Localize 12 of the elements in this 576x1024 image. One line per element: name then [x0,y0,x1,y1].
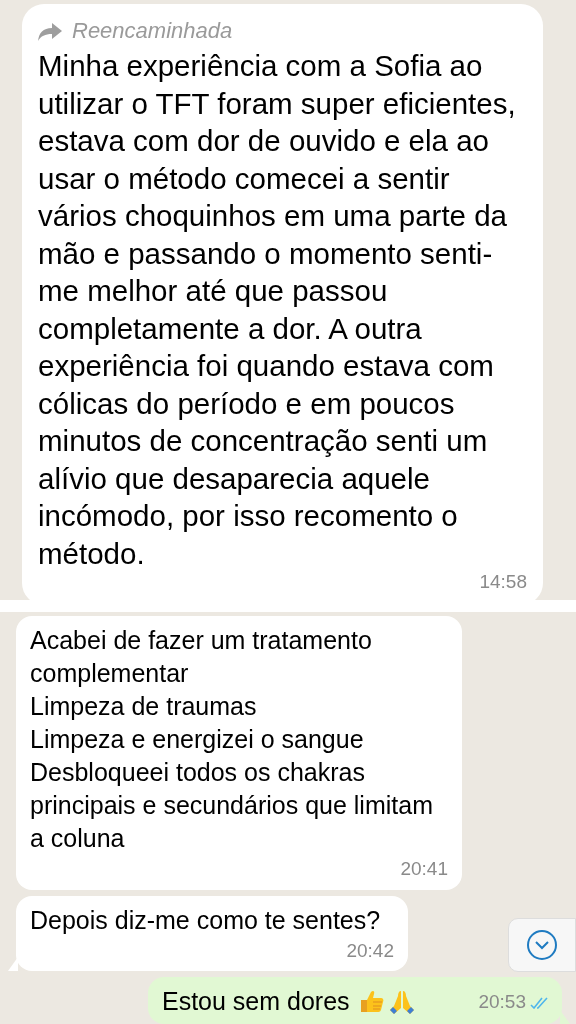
forward-arrow-icon [38,20,62,41]
message-time: 20:53 [478,989,526,1014]
message-time: 20:41 [400,857,448,881]
message-time: 20:42 [346,938,394,963]
message-text: Acabei de fazer um tratamento complementar Limpeza de traumas Limpeza e energizei o sangue Desbloqueei todos os chakras principais e secundários que limitam a coluna [30,626,433,852]
message-text: Estou sem dores [162,986,350,1017]
forwarded-label: Reencaminhada [72,17,233,45]
message-time: 14:58 [479,570,527,594]
scroll-down-button[interactable] [508,918,576,972]
message-text: Minha experiência com a Sofia ao utilizar o TFT foram super eficientes, estava com dor de ouvido e ela ao usar o método comecei a sentir vários choquinhos em uma parte da mão e passando o momento senti-me melhor até que passou completamente a dor. A outra experiência foi quando estava com cólicas do período e em poucos minutos de concentração senti um alívio que desaparecia aquele incómodo, por isso recomento o método. [38,48,517,572]
message-text: Depois diz-me como te sentes? [30,905,381,934]
chevron-down-icon [526,929,558,961]
